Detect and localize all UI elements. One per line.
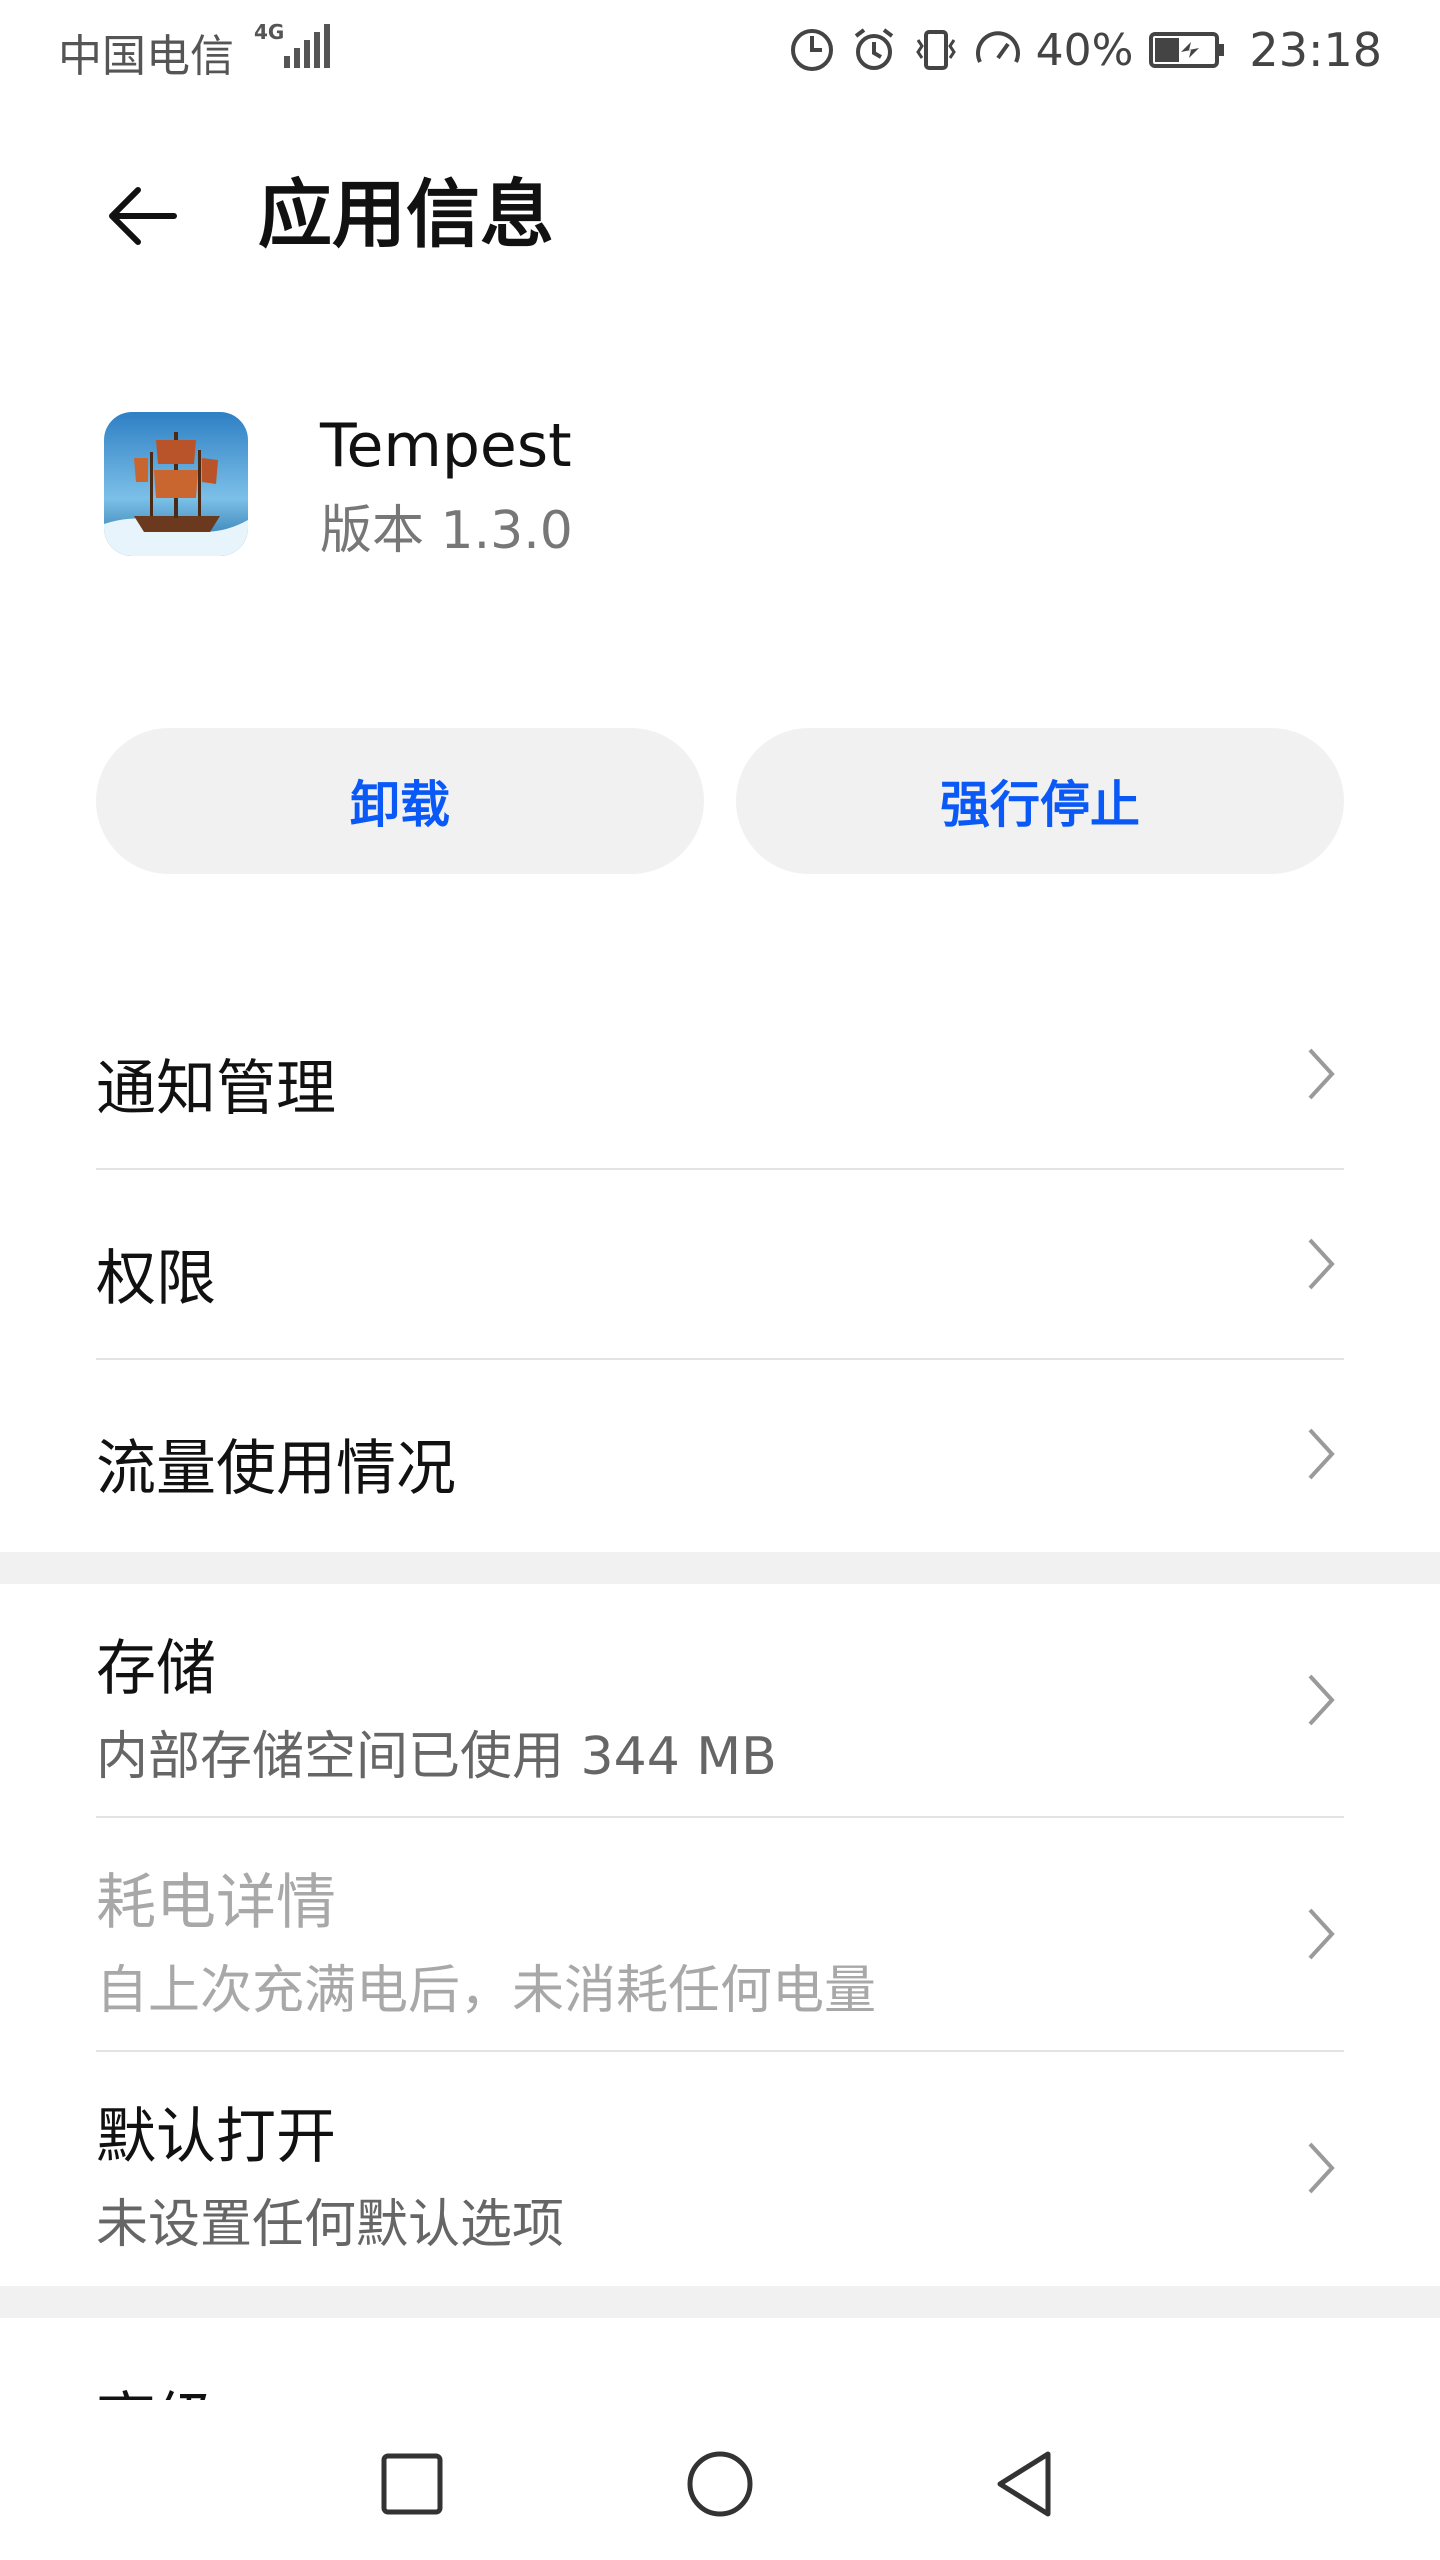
back-arrow-icon — [109, 187, 177, 245]
list-item-data-usage[interactable]: 流量使用情况 — [0, 1360, 1440, 1550]
page-title: 应用信息 — [258, 172, 554, 258]
uninstall-button[interactable]: 卸载 — [96, 728, 704, 874]
list-item-label: 默认打开 — [96, 2102, 336, 2172]
section-separator — [0, 2286, 1440, 2318]
clock: 23:18 — [1249, 23, 1382, 77]
list-item-notifications[interactable]: 通知管理 — [0, 980, 1440, 1170]
status-bar: 中国电信 4G 40% 23:18 — [0, 0, 1440, 100]
speed-icon — [975, 31, 1020, 63]
list-item-permissions[interactable]: 权限 — [0, 1170, 1440, 1360]
force-stop-button[interactable]: 强行停止 — [736, 728, 1344, 874]
list-item-battery-details[interactable]: 耗电详情 自上次充满电后，未消耗任何电量 — [0, 1818, 1440, 2050]
list-item-storage[interactable]: 存储 内部存储空间已使用 344 MB — [0, 1584, 1440, 1816]
app-version: 版本 1.3.0 — [320, 501, 573, 561]
chevron-right-icon — [1308, 1238, 1335, 1290]
signal-icon — [284, 24, 330, 68]
list-item-label: 存储 — [96, 1634, 216, 1704]
chevron-right-icon — [1308, 1674, 1335, 1726]
back-button[interactable] — [96, 170, 188, 262]
vibrate-icon — [915, 30, 956, 70]
list-item-label: 耗电详情 — [96, 1868, 336, 1938]
list-item-summary: 内部存储空间已使用 344 MB — [96, 1727, 777, 1787]
nav-back-button[interactable] — [986, 2444, 1066, 2524]
list-item-label: 流量使用情况 — [96, 1434, 456, 1504]
carrier-name: 中国电信 — [58, 31, 234, 82]
app-bar: 应用信息 — [0, 150, 1440, 280]
home-button[interactable] — [680, 2444, 760, 2524]
network-type: 4G — [254, 20, 285, 44]
chevron-right-icon — [1308, 1048, 1335, 1100]
chevron-right-icon — [1308, 1428, 1335, 1480]
list-item-label: 通知管理 — [96, 1054, 336, 1124]
recent-apps-button[interactable] — [372, 2444, 452, 2524]
list-item-summary: 自上次充满电后，未消耗任何电量 — [96, 1961, 877, 2021]
list-item-label: 权限 — [96, 1244, 216, 1314]
section-separator — [0, 1552, 1440, 1584]
status-icons: 40% 23:18 — [788, 20, 1382, 80]
list-item-summary: 未设置任何默认选项 — [96, 2195, 565, 2255]
battery-icon — [1149, 32, 1225, 68]
app-name: Tempest — [320, 411, 572, 481]
chevron-right-icon — [1308, 1908, 1335, 1960]
data-saver-icon — [790, 29, 833, 71]
list-item-default-open[interactable]: 默认打开 未设置任何默认选项 — [0, 2052, 1440, 2284]
tempest-ship-icon — [104, 412, 248, 556]
alarm-icon — [854, 28, 893, 70]
battery-percent: 40% — [1035, 24, 1134, 76]
navigation-bar — [0, 2400, 1440, 2560]
chevron-right-icon — [1308, 2142, 1335, 2194]
